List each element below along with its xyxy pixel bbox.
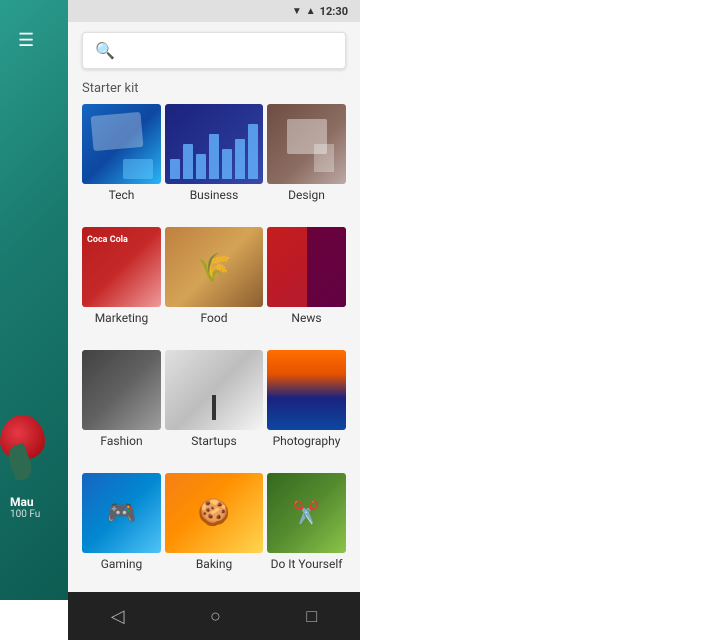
user-info: Mau 100 Fu — [10, 495, 40, 520]
status-time: 12:30 — [320, 5, 348, 18]
category-item-food[interactable]: Food — [165, 227, 263, 346]
category-thumb-business — [165, 104, 263, 184]
category-thumb-inner-startups — [165, 350, 263, 430]
category-item-photography[interactable]: Photography — [267, 350, 346, 469]
category-item-startups[interactable]: Startups — [165, 350, 263, 469]
category-thumb-gaming — [82, 473, 161, 553]
category-item-fashion[interactable]: Fashion — [82, 350, 161, 469]
main-panel: ▼ ▲ 12:30 🔍 Starter kit Tech Business Desi… — [68, 0, 360, 640]
category-item-baking[interactable]: Baking — [165, 473, 263, 592]
rose-decoration — [0, 400, 55, 480]
category-thumb-inner-photography — [267, 350, 346, 430]
search-area: 🔍 — [68, 22, 360, 77]
category-label-fashion: Fashion — [100, 430, 142, 454]
category-thumb-inner-business — [165, 104, 263, 184]
category-thumb-inner-food — [165, 227, 263, 307]
category-thumb-inner-baking — [165, 473, 263, 553]
right-panel — [360, 0, 720, 640]
category-thumb-inner-tech — [82, 104, 161, 184]
left-sidebar: ☰ Mau 100 Fu — [0, 0, 68, 600]
category-thumb-inner-marketing — [82, 227, 161, 307]
category-thumb-fashion — [82, 350, 161, 430]
search-box[interactable]: 🔍 — [82, 32, 346, 69]
category-label-tech: Tech — [109, 184, 135, 208]
category-thumb-diy — [267, 473, 346, 553]
category-item-diy[interactable]: Do It Yourself — [267, 473, 346, 592]
status-bar: ▼ ▲ 12:30 — [68, 0, 360, 22]
navigation-bar: ◁ ○ □ — [68, 592, 360, 640]
category-thumb-marketing — [82, 227, 161, 307]
menu-button[interactable]: □ — [290, 598, 333, 635]
category-label-marketing: Marketing — [95, 307, 149, 331]
category-label-news: News — [291, 307, 321, 331]
wifi-icon: ▼ — [292, 6, 302, 17]
hamburger-icon[interactable]: ☰ — [18, 30, 34, 51]
category-thumb-inner-gaming — [82, 473, 161, 553]
status-icons: ▼ ▲ 12:30 — [292, 5, 348, 18]
category-label-business: Business — [190, 184, 239, 208]
category-thumb-inner-news — [267, 227, 346, 307]
section-label: Starter kit — [68, 77, 360, 104]
category-label-food: Food — [201, 307, 228, 331]
category-thumb-tech — [82, 104, 161, 184]
back-button[interactable]: ◁ — [95, 598, 141, 635]
category-item-business[interactable]: Business — [165, 104, 263, 223]
category-thumb-news — [267, 227, 346, 307]
category-item-design[interactable]: Design — [267, 104, 346, 223]
category-label-design: Design — [288, 184, 325, 208]
category-label-photography: Photography — [273, 430, 341, 454]
categories-grid: Tech Business Design Marketing Food News Fashi… — [68, 104, 360, 592]
category-label-diy: Do It Yourself — [271, 553, 343, 577]
category-thumb-inner-fashion — [82, 350, 161, 430]
category-thumb-photography — [267, 350, 346, 430]
home-button[interactable]: ○ — [194, 598, 237, 635]
category-item-gaming[interactable]: Gaming — [82, 473, 161, 592]
category-item-news[interactable]: News — [267, 227, 346, 346]
category-thumb-design — [267, 104, 346, 184]
search-icon: 🔍 — [95, 41, 115, 60]
category-thumb-inner-design — [267, 104, 346, 184]
category-label-baking: Baking — [196, 553, 232, 577]
search-input[interactable] — [123, 43, 333, 59]
category-item-marketing[interactable]: Marketing — [82, 227, 161, 346]
category-label-gaming: Gaming — [101, 553, 143, 577]
user-sub: 100 Fu — [10, 509, 40, 520]
category-label-startups: Startups — [191, 430, 236, 454]
category-item-tech[interactable]: Tech — [82, 104, 161, 223]
category-thumb-inner-diy — [267, 473, 346, 553]
category-thumb-food — [165, 227, 263, 307]
signal-icon: ▲ — [306, 6, 316, 17]
category-thumb-baking — [165, 473, 263, 553]
category-thumb-startups — [165, 350, 263, 430]
user-name: Mau — [10, 495, 40, 509]
